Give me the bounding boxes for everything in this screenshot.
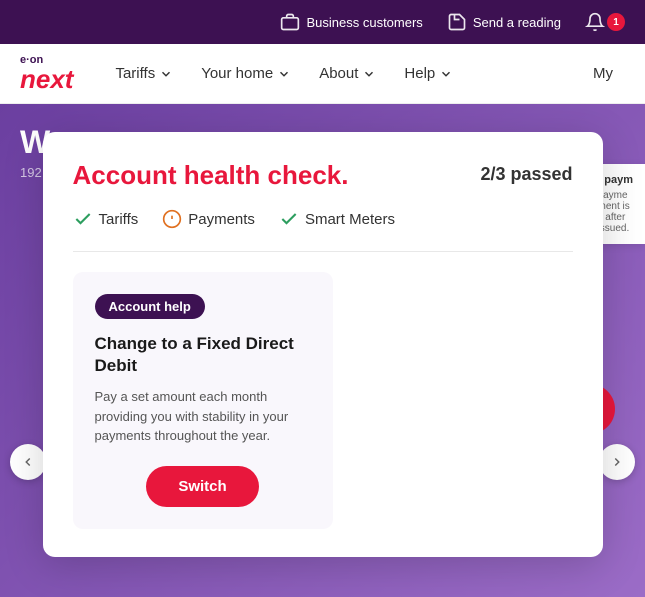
modal-score: 2/3 passed <box>480 164 572 185</box>
status-tariffs: Tariffs <box>73 209 139 229</box>
notification-count: 1 <box>607 13 625 31</box>
nav-your-home[interactable]: Your home <box>189 57 303 90</box>
status-payments-label: Payments <box>188 211 255 228</box>
nav-about[interactable]: About <box>307 57 388 90</box>
status-row: Tariffs Payments Smart Meters <box>73 209 573 229</box>
logo-next: next <box>20 66 73 92</box>
modal-divider <box>73 251 573 252</box>
main-nav: e·on next Tariffs Your home About Help M… <box>0 44 645 104</box>
info-card: Account help Change to a Fixed Direct De… <box>73 272 333 529</box>
status-payments: Payments <box>162 209 255 229</box>
modal-overlay: Account health check. 2/3 passed Tariffs… <box>0 104 645 597</box>
account-health-modal: Account health check. 2/3 passed Tariffs… <box>43 132 603 557</box>
bell-icon <box>585 12 605 32</box>
switch-button[interactable]: Switch <box>146 466 258 507</box>
nav-items: Tariffs Your home About Help My <box>103 57 625 90</box>
chevron-down-icon <box>277 67 291 81</box>
nav-tariffs[interactable]: Tariffs <box>103 57 185 90</box>
nav-help[interactable]: Help <box>392 57 465 90</box>
meter-icon <box>447 12 467 32</box>
send-reading-label: Send a reading <box>473 15 561 30</box>
status-smart-meters: Smart Meters <box>279 209 395 229</box>
chevron-down-icon <box>362 67 376 81</box>
info-card-title: Change to a Fixed Direct Debit <box>95 333 311 377</box>
chevron-down-icon <box>159 67 173 81</box>
modal-title: Account health check. <box>73 160 349 191</box>
nav-my[interactable]: My <box>581 57 625 90</box>
logo[interactable]: e·on next <box>20 55 73 92</box>
status-smart-meters-label: Smart Meters <box>305 211 395 228</box>
check-icon-smart-meters <box>279 209 299 229</box>
notification-bell[interactable]: 1 <box>585 12 625 32</box>
status-tariffs-label: Tariffs <box>99 211 139 228</box>
check-icon-tariffs <box>73 209 93 229</box>
business-label: Business customers <box>306 15 422 30</box>
warning-icon-payments <box>162 209 182 229</box>
business-customers-link[interactable]: Business customers <box>280 12 422 32</box>
info-card-desc: Pay a set amount each month providing yo… <box>95 387 311 446</box>
send-reading-link[interactable]: Send a reading <box>447 12 561 32</box>
top-bar: Business customers Send a reading 1 <box>0 0 645 44</box>
info-tag: Account help <box>95 294 205 319</box>
chevron-down-icon <box>439 67 453 81</box>
briefcase-icon <box>280 12 300 32</box>
modal-header: Account health check. 2/3 passed <box>73 160 573 191</box>
